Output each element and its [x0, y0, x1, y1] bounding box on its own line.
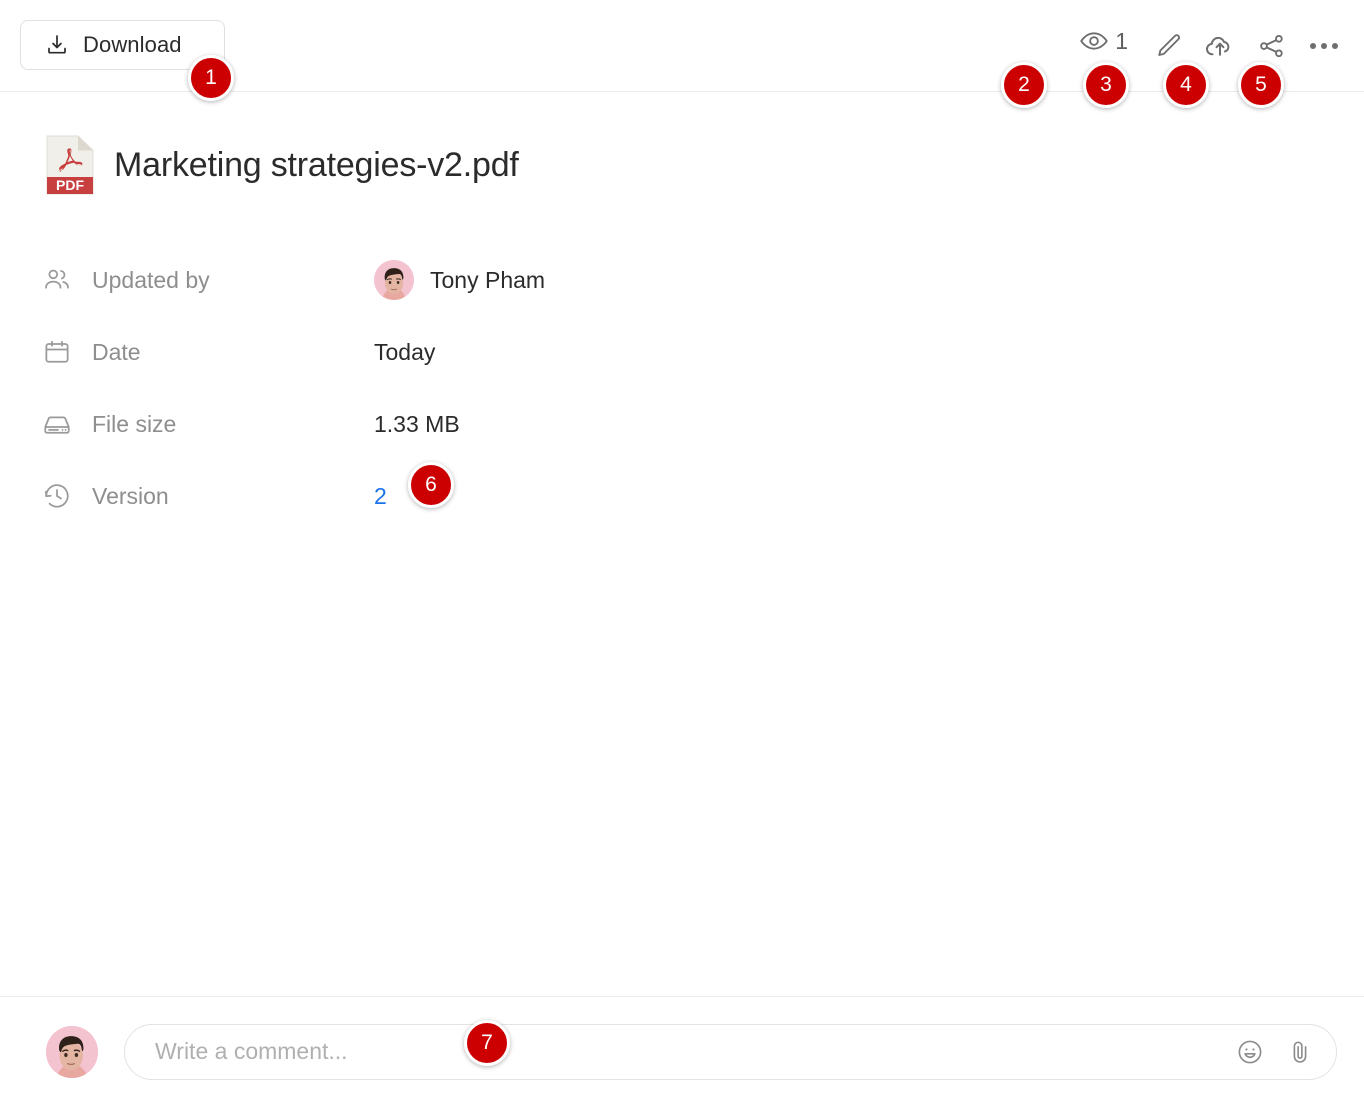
detail-value-file-size: 1.33 MB: [374, 411, 460, 438]
detail-label-date: Date: [40, 335, 374, 369]
emoji-icon[interactable]: [1230, 1032, 1270, 1072]
svg-text:PDF: PDF: [56, 177, 84, 193]
paperclip-icon[interactable]: [1280, 1032, 1320, 1072]
views-count: 1: [1115, 27, 1128, 54]
annotation-badge-4: 4: [1163, 62, 1209, 108]
annotation-badge-5: 5: [1238, 62, 1284, 108]
avatar: [374, 260, 414, 300]
detail-label-text: Updated by: [92, 266, 210, 293]
detail-value-date: Today: [374, 339, 435, 366]
upload-button[interactable]: [1194, 26, 1246, 66]
download-button-label: Download: [83, 32, 182, 57]
edit-button[interactable]: [1142, 26, 1194, 66]
more-options-button[interactable]: [1298, 26, 1350, 66]
comment-box[interactable]: [124, 1023, 1337, 1080]
comment-actions: [1230, 1032, 1320, 1072]
clock-history-icon: [40, 479, 74, 513]
detail-value-updated-by: Tony Pham: [374, 260, 545, 300]
hard-drive-icon: [40, 407, 74, 441]
annotation-number: 2: [1018, 73, 1030, 96]
detail-row-date: Date Today: [40, 316, 940, 388]
pencil-icon: [1153, 31, 1183, 61]
detail-label-file-size: File size: [40, 407, 374, 441]
version-link[interactable]: 2: [374, 483, 387, 510]
detail-value-text: 2: [374, 482, 387, 509]
annotation-number: 1: [205, 66, 217, 89]
annotation-number: 7: [481, 1031, 493, 1054]
annotation-number: 5: [1255, 73, 1267, 96]
detail-label-text: File size: [92, 410, 177, 437]
detail-label-updated-by: Updated by: [40, 263, 374, 297]
detail-row-file-size: File size 1.33 MB: [40, 388, 940, 460]
detail-value-text: 1.33 MB: [374, 410, 460, 437]
detail-row-version: Version 2: [40, 460, 940, 532]
detail-value-text: Tony Pham: [430, 266, 546, 293]
share-button[interactable]: [1246, 26, 1298, 66]
views-indicator[interactable]: 1: [1079, 26, 1128, 56]
annotation-badge-6: 6: [408, 462, 454, 508]
detail-label-text: Date: [92, 338, 141, 365]
share-icon: [1257, 31, 1287, 61]
cloud-upload-icon: [1204, 30, 1236, 62]
file-details-panel: Download 1 PDF Marketing strategies-v2.p…: [0, 0, 1364, 1106]
annotation-number: 3: [1100, 73, 1112, 96]
annotation-number: 4: [1180, 73, 1192, 96]
download-icon: [45, 33, 69, 57]
detail-value-text: Today: [374, 338, 436, 365]
annotation-badge-3: 3: [1083, 62, 1129, 108]
file-name: Marketing strategies-v2.pdf: [114, 145, 519, 184]
file-header: PDF Marketing strategies-v2.pdf: [46, 135, 519, 195]
more-horizontal-icon: [1310, 43, 1338, 49]
comment-input[interactable]: [155, 1038, 1230, 1065]
annotation-badge-1: 1: [188, 55, 234, 101]
annotation-number: 6: [425, 473, 437, 496]
comment-bar: [0, 996, 1364, 1106]
annotation-badge-7: 7: [464, 1020, 510, 1066]
file-details-list: Updated by Tony Pham Date Today File siz…: [40, 244, 940, 532]
eye-icon: [1079, 26, 1109, 56]
detail-label-text: Version: [92, 482, 169, 509]
annotation-badge-2: 2: [1001, 62, 1047, 108]
detail-row-updated-by: Updated by Tony Pham: [40, 244, 940, 316]
people-icon: [40, 263, 74, 297]
user-avatar: [46, 1025, 98, 1078]
pdf-file-icon: PDF: [46, 135, 94, 195]
detail-label-version: Version: [40, 479, 374, 513]
calendar-icon: [40, 335, 74, 369]
